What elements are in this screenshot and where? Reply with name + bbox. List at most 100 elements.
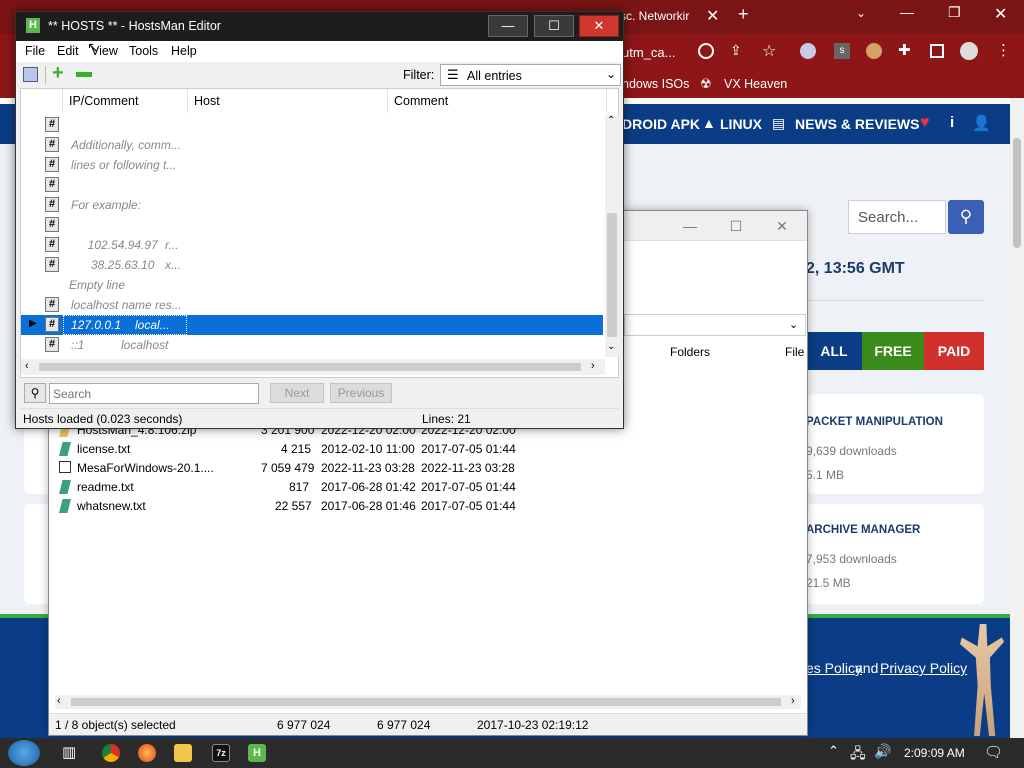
comment-toggle-icon[interactable]: # bbox=[45, 217, 59, 232]
search-options-icon[interactable]: ⚲ bbox=[24, 383, 46, 403]
comment-toggle-icon[interactable]: # bbox=[45, 337, 59, 352]
menu-help[interactable]: Help bbox=[171, 44, 197, 58]
comment-toggle-icon[interactable]: # bbox=[45, 137, 59, 152]
bookmark-item[interactable]: VX Heaven bbox=[724, 77, 787, 91]
file-explorer-icon[interactable] bbox=[174, 744, 192, 762]
extensions-puzzle-icon[interactable]: ✚ bbox=[898, 41, 911, 59]
scroll-right-icon[interactable]: › bbox=[591, 360, 595, 372]
host-row[interactable]: # For example: bbox=[21, 195, 603, 215]
minimize-icon[interactable]: — bbox=[900, 4, 914, 20]
column-file[interactable]: File bbox=[785, 345, 804, 359]
column-ip-comment[interactable]: IP/Comment bbox=[63, 89, 188, 113]
comment-toggle-icon[interactable]: # bbox=[45, 117, 59, 132]
site-search-box[interactable]: Search... bbox=[848, 200, 946, 234]
hostsman-taskbar-icon[interactable]: H bbox=[248, 744, 266, 762]
save-icon[interactable] bbox=[23, 67, 38, 82]
address-dropdown[interactable]: ⌄ bbox=[624, 314, 806, 336]
host-row[interactable]: # lines or following t... bbox=[21, 155, 603, 175]
comment-toggle-icon[interactable]: # bbox=[45, 157, 59, 172]
host-row[interactable]: # 102.54.94.97 r... bbox=[21, 235, 603, 255]
filter-select[interactable]: ☰ All entries ⌄ bbox=[440, 64, 621, 86]
remove-entry-icon[interactable] bbox=[76, 72, 92, 77]
menu-edit[interactable]: Edit bbox=[57, 44, 79, 58]
host-row[interactable]: # bbox=[21, 215, 603, 235]
scroll-right-icon[interactable]: › bbox=[791, 695, 795, 707]
scroll-left-icon[interactable]: ‹ bbox=[25, 360, 29, 372]
nav-item-news[interactable]: NEWS & REVIEWS bbox=[795, 116, 919, 132]
host-row[interactable]: # 38.25.63.10 x... bbox=[21, 255, 603, 275]
new-tab-icon[interactable]: + bbox=[738, 4, 749, 25]
file-row[interactable]: MesaForWindows-20.1.... 7 059 479 2022-1… bbox=[55, 459, 535, 478]
column-folders[interactable]: Folders bbox=[670, 345, 710, 359]
restore-icon[interactable]: ❐ bbox=[948, 4, 961, 21]
scrollbar-thumb[interactable] bbox=[1013, 138, 1021, 248]
horizontal-scrollbar[interactable]: ‹ › bbox=[55, 695, 801, 709]
profile-icon[interactable] bbox=[960, 42, 978, 60]
host-row[interactable]: # bbox=[21, 115, 603, 135]
privacy-policy-link[interactable]: Privacy Policy bbox=[880, 660, 967, 676]
horizontal-scrollbar[interactable]: ‹ › bbox=[21, 359, 605, 375]
bookmark-star-icon[interactable]: ☆ bbox=[762, 41, 776, 61]
nav-item-android[interactable]: DROID APK bbox=[622, 116, 700, 132]
file-row[interactable]: readme.txt 817 2017-06-28 01:42 2017-07-… bbox=[55, 478, 535, 497]
extension-avatar-icon[interactable] bbox=[866, 43, 882, 59]
task-view-icon[interactable]: ▥ bbox=[62, 743, 76, 761]
bookmark-item[interactable]: ndows ISOs bbox=[622, 77, 689, 91]
software-card[interactable]: PACKET MANIPULATION 9,639 downloads 5.1 … bbox=[806, 394, 984, 494]
scroll-down-icon[interactable]: ⌄ bbox=[607, 341, 615, 352]
page-scrollbar[interactable] bbox=[1010, 98, 1024, 738]
host-row[interactable]: Empty line bbox=[21, 275, 603, 295]
comment-toggle-icon[interactable]: # bbox=[45, 177, 59, 192]
system-clock[interactable]: 2:09:09 AM bbox=[904, 746, 965, 760]
host-row[interactable]: ▶ #127.0.0.1 local... bbox=[21, 315, 603, 335]
maximize-button[interactable]: ☐ bbox=[713, 211, 759, 241]
comment-toggle-icon[interactable]: # bbox=[45, 237, 59, 252]
software-card[interactable]: ARCHIVE MANAGER 7,953 downloads 21.5 MB bbox=[806, 504, 984, 604]
kebab-menu-icon[interactable]: ⋮ bbox=[996, 41, 1011, 59]
user-icon[interactable]: 👤 bbox=[972, 114, 991, 132]
comment-toggle-icon[interactable]: # bbox=[45, 197, 59, 212]
column-host[interactable]: Host bbox=[188, 89, 388, 113]
vertical-scrollbar[interactable]: ⌃ ⌄ bbox=[605, 115, 619, 357]
volume-icon[interactable]: 🔊 bbox=[874, 743, 891, 760]
minimize-button[interactable]: — bbox=[488, 15, 528, 37]
column-comment[interactable]: Comment bbox=[388, 89, 607, 113]
close-button[interactable]: ✕ bbox=[579, 15, 619, 37]
host-row[interactable]: # localhost name res... bbox=[21, 295, 603, 315]
address-bar-text[interactable]: utm_ca... bbox=[622, 45, 675, 60]
scrollbar-thumb[interactable] bbox=[39, 363, 581, 371]
terms-link[interactable]: es Policy bbox=[806, 660, 862, 676]
search-input[interactable] bbox=[49, 383, 259, 404]
tab-all[interactable]: ALL bbox=[806, 332, 862, 370]
file-row[interactable]: license.txt 4 215 2012-02-10 11:00 2017-… bbox=[55, 440, 535, 459]
close-icon[interactable]: ✕ bbox=[994, 4, 1007, 24]
scrollbar-thumb[interactable] bbox=[607, 213, 617, 337]
comment-toggle-icon[interactable]: # bbox=[45, 297, 59, 312]
comment-toggle-icon[interactable]: # bbox=[45, 257, 59, 272]
notifications-icon[interactable]: 🗨 bbox=[984, 743, 1003, 761]
info-icon[interactable]: i bbox=[950, 114, 954, 131]
previous-button[interactable]: Previous bbox=[330, 383, 392, 403]
tab-close-icon[interactable]: ✕ bbox=[706, 6, 719, 26]
heart-icon[interactable]: ♥ bbox=[920, 114, 930, 132]
next-button[interactable]: Next bbox=[270, 383, 324, 403]
tab-free[interactable]: FREE bbox=[862, 332, 924, 370]
host-row[interactable]: #::1 localhost bbox=[21, 335, 603, 355]
add-entry-icon[interactable]: + bbox=[52, 62, 64, 85]
tab-paid[interactable]: PAID bbox=[924, 332, 984, 370]
show-hidden-icons[interactable]: ⌃ bbox=[828, 743, 839, 759]
menu-tools[interactable]: Tools bbox=[129, 44, 158, 58]
maximize-button[interactable]: ☐ bbox=[534, 15, 574, 37]
comment-toggle-icon[interactable]: # bbox=[45, 317, 59, 332]
host-row[interactable]: # Additionally, comm... bbox=[21, 135, 603, 155]
7zip-icon[interactable]: 7z bbox=[212, 744, 230, 762]
browser-tab-title[interactable]: sc. Networkir bbox=[620, 9, 689, 23]
extension-s-icon[interactable]: s bbox=[834, 43, 850, 59]
scrollbar-thumb[interactable] bbox=[71, 698, 781, 706]
close-button[interactable]: ✕ bbox=[759, 211, 805, 241]
file-row[interactable]: whatsnew.txt 22 557 2017-06-28 01:46 201… bbox=[55, 497, 535, 516]
scroll-left-icon[interactable]: ‹ bbox=[57, 695, 61, 707]
share-icon[interactable]: ⇪ bbox=[730, 42, 742, 59]
menu-file[interactable]: File bbox=[25, 44, 45, 58]
google-icon[interactable] bbox=[698, 43, 714, 59]
